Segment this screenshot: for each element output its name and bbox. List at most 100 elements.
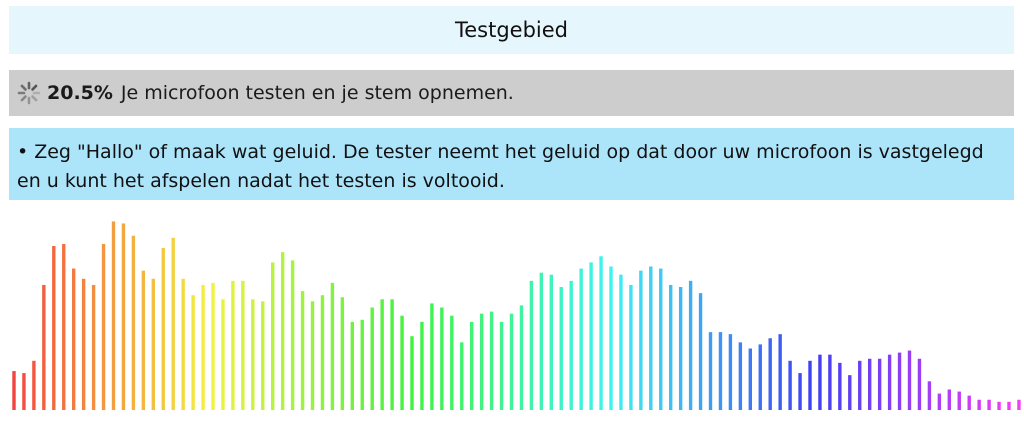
level-bar: [460, 342, 464, 410]
level-bar: [171, 237, 175, 410]
level-bar: [609, 266, 613, 410]
level-bar: [91, 284, 96, 410]
progress-status-bar: 20.5% Je microfoon testen en je stem opn…: [9, 70, 1014, 116]
level-bar: [161, 248, 165, 410]
level-bar: [818, 354, 822, 410]
level-bar: [440, 307, 444, 410]
level-bar: [848, 375, 852, 410]
progress-status-text: Je microfoon testen en je stem opnemen.: [120, 82, 514, 104]
level-bar: [549, 274, 553, 410]
level-bar: [72, 268, 76, 410]
level-bar: [599, 256, 603, 410]
level-bar: [12, 371, 16, 410]
level-bar: [1017, 399, 1021, 410]
level-bar: [251, 299, 255, 410]
level-bar: [280, 252, 285, 410]
progress-percent: 20.5%: [47, 82, 113, 104]
level-bar: [479, 313, 484, 410]
level-bar: [778, 334, 782, 410]
level-bar: [151, 278, 155, 410]
level-bar: [131, 235, 136, 410]
level-bar: [231, 280, 235, 410]
level-bar: [300, 291, 305, 410]
level-bar: [659, 268, 663, 410]
level-bar: [380, 299, 384, 410]
level-bar: [808, 360, 812, 410]
level-bar: [639, 270, 643, 410]
level-bar: [897, 352, 902, 410]
loading-spinner-icon: [17, 81, 41, 105]
level-bar: [629, 284, 633, 410]
level-bar: [330, 282, 335, 410]
level-bar: [191, 295, 195, 410]
level-bar: [400, 315, 404, 410]
level-bar: [261, 301, 265, 410]
level-bar: [42, 284, 46, 410]
level-bar: [947, 389, 951, 410]
page-title: Testgebied: [454, 18, 569, 42]
level-bar: [838, 362, 842, 410]
level-bar: [967, 395, 971, 410]
level-bar: [788, 360, 792, 410]
level-bar: [1007, 401, 1011, 410]
level-bar: [181, 278, 185, 410]
level-bar: [589, 262, 593, 410]
level-bar: [221, 299, 225, 410]
level-bar: [559, 287, 563, 410]
level-bar: [708, 332, 713, 410]
level-bar: [758, 344, 762, 410]
level-bar: [340, 297, 345, 410]
level-bar: [52, 246, 56, 410]
level-bar: [529, 280, 534, 410]
level-bar: [121, 223, 126, 410]
level-bar: [450, 315, 454, 410]
level-bar: [569, 280, 573, 410]
level-bar: [828, 354, 832, 410]
title-bar: Testgebied: [9, 6, 1014, 54]
level-bar: [798, 373, 802, 410]
level-bar: [539, 272, 544, 410]
level-bar: [271, 262, 275, 410]
level-bar: [489, 311, 494, 410]
instruction-box: • Zeg "Hallo" of maak wat geluid. De test…: [9, 128, 1014, 200]
level-bar: [509, 313, 514, 410]
level-bar: [858, 360, 862, 410]
level-bar: [937, 393, 942, 410]
level-bar: [201, 284, 205, 410]
level-bar: [907, 350, 912, 410]
level-bar: [310, 301, 315, 410]
level-bar: [320, 295, 325, 410]
level-bar: [728, 334, 733, 410]
level-bar: [917, 358, 922, 410]
bullet-icon: •: [17, 141, 29, 163]
level-bar: [927, 381, 932, 410]
level-bar: [22, 373, 26, 410]
level-bar: [738, 342, 743, 410]
level-bar: [470, 321, 474, 410]
level-bar: [868, 358, 872, 410]
level-bar: [290, 260, 295, 410]
level-bar: [688, 280, 693, 410]
level-bar: [887, 354, 892, 410]
level-bar: [430, 303, 434, 410]
level-bar: [877, 358, 882, 410]
audio-level-visualizer: [12, 221, 1021, 410]
instruction-text: Zeg "Hallo" of maak wat geluid. De teste…: [17, 141, 984, 192]
level-bar: [669, 284, 673, 410]
level-bar: [997, 401, 1001, 410]
level-bar: [410, 336, 414, 410]
level-bar: [211, 282, 215, 410]
level-bar: [81, 278, 86, 410]
level-bar: [748, 348, 752, 410]
level-bar: [111, 221, 116, 410]
level-bar: [420, 321, 424, 410]
level-bar: [241, 280, 245, 410]
level-bar: [957, 391, 961, 410]
level-bar: [977, 399, 981, 410]
level-bar: [390, 299, 394, 410]
level-bar: [619, 274, 623, 410]
level-bar: [519, 305, 524, 410]
level-bar: [649, 266, 653, 410]
level-bar: [718, 332, 723, 410]
level-bar: [32, 360, 36, 410]
